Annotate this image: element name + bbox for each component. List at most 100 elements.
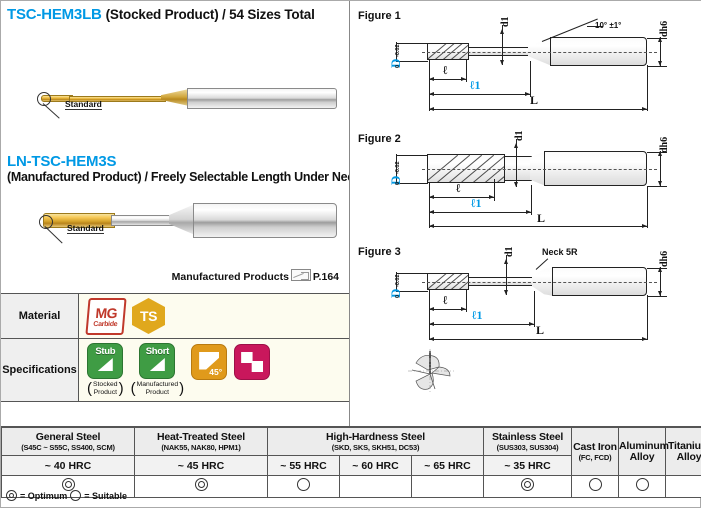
col-title: Heat-Treated Steel [156,430,246,443]
figure-1-shank-diameter: dh6 [659,20,670,37]
figure-3-centerline [422,281,657,283]
figure-3-total-length: L [536,323,545,337]
ts-coating-badge-label: TS [140,308,157,324]
figure-3-title: Figure 3 [358,246,401,258]
caption-line-2: Product [93,389,117,396]
col-title: Cast Iron [573,440,617,453]
taper-section [161,89,189,106]
compat-col-stainless-steel: Stainless Steel (SUS303, SUS304) [483,427,573,456]
figure-2-shank-diameter: dh6 [659,136,670,153]
compat-header-row: General Steel (S45C ~ S55C, SS400, SCM) … [1,427,701,476]
neck-section [111,215,175,226]
material-row-body: MG Carbide TS [79,294,349,338]
shank-section [187,88,337,109]
figure-3: Figure 3 D 0 -0.02 ℓ ℓ1 L d1 dh6 Neck 5R [350,241,701,426]
stub-length-caption-text: Stocked Product [93,381,118,397]
compat-col-general-steel: General Steel (S45C ~ S55C, SS400, SCM) [1,427,135,456]
stub-length-icon-glyph [97,358,113,371]
hrc-high-hardness-55: ~ 55 HRC [267,455,340,476]
stub-length-group: Stub ( Stocked Product ) [87,343,124,397]
material-row-label: Material [1,294,79,338]
compat-col-titanium-alloy: Titanium Alloy [665,427,701,476]
left-product-column: TSC-HEM3LB (Stocked Product) / 54 Sizes … [1,1,391,426]
suitable-symbol [70,490,82,501]
hrc-high-hardness-65: ~ 65 HRC [410,455,485,476]
short-length-caption: ( Manufactured Product ) [131,380,185,397]
pocket-machining-group [234,344,271,380]
col-sub: (SUS303, SUS304) [496,442,559,452]
col-title: Stainless Steel [491,430,564,443]
product-1-subtitle: (Stocked Product) / 54 Sizes Total [105,7,315,22]
chamfer-angle-icon: 45° [191,344,228,380]
tolerance-lower: -0.02 [395,161,401,174]
specifications-row: Specifications Stub ( Stocked Product) … [1,339,349,401]
figure-2-total-length: L [537,211,546,225]
col-title: Aluminum Alloy [619,439,669,463]
manufactured-products-reference[interactable]: Manufactured Products P.164 [172,269,339,283]
tolerance-lower: -0.02 [395,44,401,57]
pocket-machining-icon-glyph [241,352,264,372]
tolerance-upper: 0 [395,64,401,68]
suitable-symbol [588,477,602,491]
manufactured-products-label: Manufactured Products [171,271,289,283]
figure-2-flute-length: ℓ [456,181,461,195]
shank-section [193,203,337,238]
stub-length-icon-label: Stub [95,346,116,357]
mark-high-hardness-60 [339,475,412,498]
product-1-code: TSC-HEM3LB [7,6,102,23]
mark-cast-iron [571,475,620,498]
optimum-symbol [6,490,17,501]
optimum-symbol [61,477,75,491]
short-length-group: Short ( Manufactured Product ) [131,343,185,397]
col-title: High-Hardness Steel [326,430,425,443]
optimum-symbol [521,477,535,491]
brace-right: ) [179,379,185,397]
short-length-icon: Short [139,343,176,379]
figure-3-neck-length: ℓ1 [472,308,483,322]
manufactured-products-page: P.164 [312,271,339,283]
col-title: General Steel [35,430,101,443]
figure-1-neck-diameter: d1 [500,16,511,27]
product-2-subtitle: (Manufactured Product) / Freely Selectab… [7,170,391,184]
mark-high-hardness-55 [267,475,340,498]
hrc-general-steel: ~ 40 HRC [1,455,135,476]
ts-coating-badge: TS [132,298,165,334]
figure-1-centerline [422,51,657,53]
tolerance-upper: 0 [395,294,401,298]
taper-section [169,204,195,235]
mark-aluminum-alloy [618,475,667,498]
col-sub: (FC, FCD) [578,452,612,462]
figure-1-taper-angle: 10° ±1° [595,21,622,30]
brace-right: ) [118,379,124,397]
optimum-symbol [194,477,208,491]
standard-callout-label: Standard [65,99,102,110]
product-1-photo: Standard [1,31,349,121]
col-sub: (SKD, SKS, SKH51, DC53) [331,442,420,452]
compat-col-high-hardness-steel: High-Hardness Steel (SKD, SKS, SKH51, DC… [266,427,485,456]
figure-1-total-length: L [530,93,539,107]
caption-line-1: Manufactured [136,381,179,388]
figure-1-title: Figure 1 [358,10,401,22]
tolerance-upper: 0 [395,181,401,185]
standard-callout-leader [44,226,63,244]
short-length-caption-text: Manufactured Product [137,381,179,397]
compat-col-cast-iron: Cast Iron (FC, FCD) [571,427,620,476]
hrc-heat-treated-steel: ~ 45 HRC [134,455,268,476]
figure-2: Figure 2 D 0 -0.02 ℓ ℓ1 L d1 dh6 [350,129,701,241]
optimum-legend-label: = Optimum [20,490,68,501]
figure-2-title: Figure 2 [358,133,401,145]
figure-1: Figure 1 D 0 -0.02 ℓ ℓ1 L d1 dh6 10° ±1° [350,1,701,129]
suitable-legend-label: = Suitable [84,490,128,501]
standard-callout-label: Standard [67,223,104,234]
figure-3-neck-diameter: d1 [504,246,515,257]
col-sub: (S45C ~ S55C, SS400, SCM) [21,442,115,452]
mg-carbide-badge: MG Carbide [85,297,127,335]
three-flute-end-view [406,347,458,400]
figure-3-shank-diameter: dh6 [659,250,670,267]
product-spec-page: TSC-HEM3LB (Stocked Product) / 54 Sizes … [0,0,701,508]
suitable-symbol [635,477,649,491]
specifications-row-label: Specifications [1,339,79,401]
page-link-icon [290,269,311,281]
mg-carbide-badge-line1: MG [94,304,118,320]
chamfer-angle-icon-label: 45° [209,367,223,377]
